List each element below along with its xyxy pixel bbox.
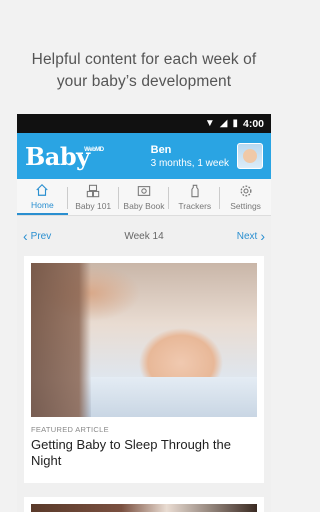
home-icon [36, 183, 49, 196]
chevron-right-icon: › [260, 228, 265, 244]
tab-label: Baby 101 [75, 200, 112, 211]
tab-baby-book[interactable]: Baby Book [119, 179, 170, 215]
week-navigation: ‹ Prev Week 14 Next › [17, 216, 271, 256]
tab-label: Settings [230, 200, 261, 211]
bottle-icon [191, 184, 199, 197]
battery-icon: ▮ [232, 118, 238, 129]
article-image [31, 263, 257, 417]
tab-home[interactable]: Home [17, 179, 68, 215]
tab-bar: Home Baby 101 Baby Book Trackers Setting… [17, 179, 271, 216]
promo-line-1: Helpful content for each week of [31, 51, 257, 68]
wifi-icon: ▼ [204, 118, 215, 129]
next-week-button[interactable]: Next › [237, 228, 265, 244]
featured-article-card[interactable]: FEATURED ARTICLE Getting Baby to Sleep T… [24, 256, 264, 483]
child-age: 3 months, 1 week [150, 157, 229, 169]
tab-settings[interactable]: Settings [220, 179, 271, 215]
app-bar: Baby WebMD Ben 3 months, 1 week [17, 133, 271, 179]
next-article-image [31, 504, 257, 512]
tab-label: Trackers [178, 200, 212, 211]
avatar[interactable] [237, 143, 263, 169]
tab-trackers[interactable]: Trackers [169, 179, 220, 215]
current-week: Week 14 [124, 230, 164, 242]
child-name: Ben [150, 143, 172, 156]
gear-icon [240, 185, 252, 196]
status-time: 4:00 [242, 117, 264, 130]
child-profile[interactable]: Ben 3 months, 1 week [151, 144, 229, 169]
tab-label: Baby Book [123, 200, 165, 211]
app-logo: Baby WebMD [25, 141, 104, 171]
next-article-card[interactable] [24, 497, 264, 512]
tab-label: Home [31, 199, 54, 210]
chevron-left-icon: ‹ [23, 228, 28, 244]
signal-icon: ◢ [219, 118, 228, 129]
blocks-icon [86, 184, 100, 197]
promo-line-2: your baby’s development [56, 73, 232, 90]
status-bar: ▼ ◢ ▮ 4:00 [17, 114, 271, 133]
prev-week-button[interactable]: ‹ Prev [23, 228, 51, 244]
photo-icon [137, 185, 151, 196]
promo-header: Helpful content for each week of your ba… [0, 0, 288, 113]
article-title: Getting Baby to Sleep Through the Night [31, 437, 231, 468]
article-kicker: FEATURED ARTICLE [31, 425, 109, 434]
phone-screen: ▼ ◢ ▮ 4:00 Baby WebMD Ben 3 months, 1 wee… [17, 114, 271, 512]
tab-baby-101[interactable]: Baby 101 [68, 179, 119, 215]
